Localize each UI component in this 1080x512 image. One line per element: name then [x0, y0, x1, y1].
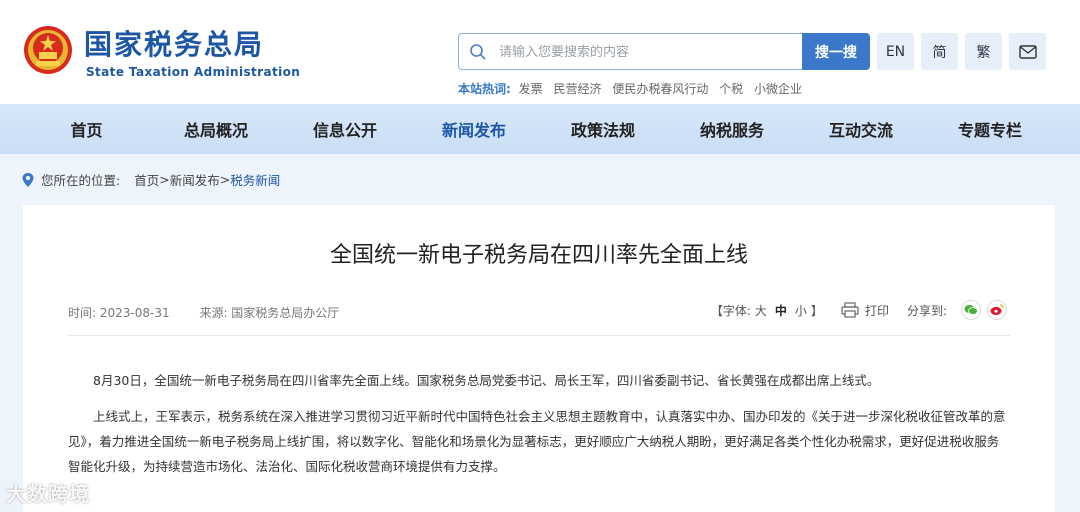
mail-icon — [1018, 44, 1037, 59]
nav-item-overview[interactable]: 总局概况 — [173, 104, 259, 154]
nav-item-news[interactable]: 新闻发布 — [431, 104, 517, 154]
search-input[interactable] — [499, 42, 789, 62]
article-content: 8月30日，全国统一新电子税务局在四川省率先全面上线。国家税务总局党委书记、局长… — [68, 368, 1010, 490]
article-panel: 全国统一新电子税务局在四川率先全面上线 时间: 2023-08-31 来源: 国… — [23, 205, 1055, 512]
share-label: 分享到: — [906, 303, 947, 318]
main-nav: 首页 总局概况 信息公开 新闻发布 政策法规 纳税服务 互动交流 专题专栏 — [0, 104, 1080, 154]
brand-name-cn[interactable]: 国家税务总局 — [84, 28, 264, 62]
font-size-medium[interactable]: 中 — [775, 302, 787, 319]
hot-word-link[interactable]: 个税 — [719, 82, 743, 96]
print-icon[interactable] — [841, 302, 859, 318]
font-size-small[interactable]: 小 — [795, 302, 807, 319]
font-size-label: 【字体: — [710, 303, 751, 318]
national-emblem-icon[interactable] — [22, 24, 74, 76]
mail-button[interactable] — [1009, 33, 1046, 70]
wechat-icon — [964, 305, 978, 315]
english-button[interactable]: EN — [877, 33, 914, 70]
watermark-logo: 大数跨境 — [6, 482, 90, 506]
search-box — [458, 33, 802, 70]
breadcrumb-home[interactable]: 首页 — [134, 170, 159, 189]
wechat-share-button[interactable] — [961, 300, 981, 320]
article-title: 全国统一新电子税务局在四川率先全面上线 — [329, 243, 748, 268]
location-pin-icon — [22, 172, 34, 187]
breadcrumb-news[interactable]: 新闻发布 — [170, 170, 220, 189]
nav-item-tax-service[interactable]: 纳税服务 — [689, 104, 775, 154]
font-size-large[interactable]: 大 — [755, 302, 767, 319]
article-tools: 【字体: 大 中 小 】 打印 分享到: — [711, 300, 1007, 320]
hot-word-link[interactable]: 小微企业 — [754, 82, 802, 96]
print-button[interactable]: 打印 — [865, 302, 889, 319]
weibo-icon — [990, 304, 1004, 315]
hot-word-link[interactable]: 发票 — [519, 82, 543, 96]
hot-words: 本站热词: 发票 民营经济 便民办税春风行动 个税 小微企业 — [458, 80, 809, 97]
hot-words-label: 本站热词: — [458, 82, 511, 96]
traditional-chinese-button[interactable]: 繁 — [965, 33, 1002, 70]
breadcrumb-current[interactable]: 税务新闻 — [230, 170, 280, 189]
hot-word-link[interactable]: 民营经济 — [553, 82, 601, 96]
breadcrumb: 您所在的位置: 首页 > 新闻发布 > 税务新闻 — [22, 170, 280, 189]
meta-divider — [68, 335, 1010, 336]
article-meta: 时间: 2023-08-31 来源: 国家税务总局办公厅 — [68, 304, 365, 321]
brand-name-en[interactable]: State Taxation Administration — [86, 65, 300, 79]
nav-item-interaction[interactable]: 互动交流 — [775, 104, 947, 154]
font-size-label-close: 】 — [810, 303, 823, 318]
site-header: 国家税务总局 State Taxation Administration 搜一搜… — [0, 0, 1080, 104]
simplified-chinese-button[interactable]: 简 — [921, 33, 958, 70]
article-paragraph: 8月30日，全国统一新电子税务局在四川省率先全面上线。国家税务总局党委书记、局长… — [93, 373, 880, 388]
weibo-share-button[interactable] — [987, 300, 1007, 320]
search-button[interactable]: 搜一搜 — [802, 33, 870, 70]
hot-word-link[interactable]: 便民办税春风行动 — [612, 82, 708, 96]
search-icon — [470, 44, 486, 60]
breadcrumb-separator: > — [159, 172, 170, 187]
breadcrumb-separator: > — [219, 172, 231, 187]
nav-item-policy[interactable]: 政策法规 — [517, 104, 689, 154]
article-source: 来源: 国家税务总局办公厅 — [199, 306, 340, 320]
publish-time: 时间: 2023-08-31 — [68, 306, 170, 320]
nav-item-public-info[interactable]: 信息公开 — [259, 104, 431, 154]
nav-item-home[interactable]: 首页 — [0, 104, 173, 154]
breadcrumb-prefix: 您所在的位置: — [41, 173, 121, 188]
nav-item-special-topics[interactable]: 专题专栏 — [947, 104, 1033, 154]
article-paragraph: 上线式上，王军表示，税务系统在深入推进学习贯彻习近平新时代中国特色社会主义思想主… — [68, 409, 1006, 474]
